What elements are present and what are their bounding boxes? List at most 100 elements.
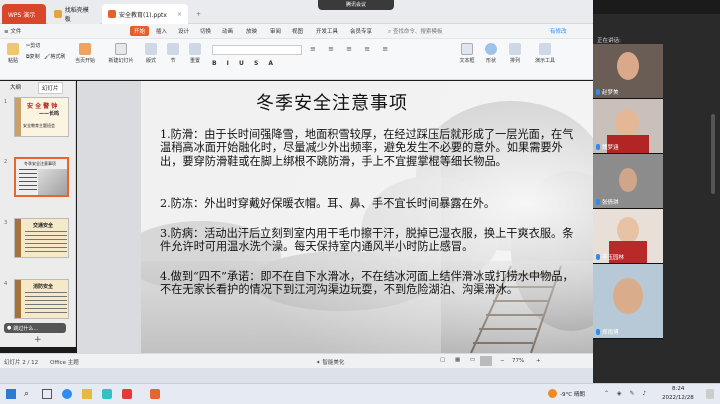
tab-view[interactable]: 视图 — [292, 27, 303, 35]
mic-icon — [596, 254, 600, 260]
participant-tile-5[interactable]: 郑雨博 — [593, 264, 663, 339]
section-button[interactable]: 节 — [162, 43, 184, 64]
arrange-button[interactable]: 排列 — [504, 43, 526, 64]
search-icon[interactable]: ⌕ — [24, 389, 29, 399]
tab-design[interactable]: 设计 — [178, 27, 189, 35]
font-family-select[interactable] — [212, 45, 302, 55]
zoom-in-icon[interactable]: + — [536, 358, 541, 364]
meeting-indicator[interactable]: 腾讯会议 — [318, 0, 394, 10]
participant-tile-3[interactable]: 张倩琪 — [593, 154, 663, 209]
format-painter-button[interactable]: 🖌格式刷 — [44, 53, 72, 60]
menu-bar: ≡ 文件 开始 插入 设计 切换 动画 放映 审阅 视图 开发工具 会员专享 ⌕… — [0, 24, 593, 39]
search-icon: ⌕ — [388, 29, 392, 35]
tab-developer[interactable]: 开发工具 — [316, 27, 338, 35]
file-menu[interactable]: ≡ 文件 — [4, 27, 21, 35]
clock-date[interactable]: 2022/12/28 — [662, 395, 694, 401]
command-search[interactable]: ⌕ 查找命令、搜索模板 — [388, 27, 442, 36]
windows-start-icon[interactable] — [6, 389, 16, 399]
slide-counter: 幻灯片 2 / 12 — [4, 360, 39, 366]
slide-thumb-1[interactable]: 安 全 警 钟 ——长鸣 安全教育主题班会 — [14, 97, 69, 137]
slide-thumb-2[interactable]: 冬季安全注意事项 — [14, 157, 69, 197]
cut-button[interactable]: ✂剪切 — [26, 42, 50, 49]
notes-hint[interactable]: ● 跳过什么... — [4, 323, 66, 333]
slide-title[interactable]: 冬季安全注意事项 — [256, 89, 408, 115]
font-format-buttons[interactable]: B I U S A — [212, 60, 302, 70]
thumb-text-lines — [25, 292, 67, 316]
status-bar: 幻灯片 2 / 12 Office 主题 ✦ 智能美化 ▢ ▦ ▭ − 77% … — [0, 353, 593, 368]
participant-tile-4[interactable]: 辛玉园林 — [593, 209, 663, 264]
smart-beautify-button[interactable]: ✦ 智能美化 — [316, 358, 344, 366]
from-current-button[interactable]: 当页开始 — [72, 43, 98, 64]
video-panel-scrollbar[interactable] — [711, 114, 715, 194]
paragraph-buttons[interactable]: ≡ ≡ ≡ ≡ ≡ — [310, 45, 430, 71]
slide-paragraph-3[interactable]: 3.防病：活动出汗后立刻到室内用干毛巾擦干汗，脱掉已湿衣服，换上干爽衣服。条件允… — [160, 227, 580, 254]
paste-button[interactable]: 粘贴 — [2, 43, 24, 64]
clock-time[interactable]: 8:24 — [672, 386, 684, 392]
play-icon — [79, 43, 91, 55]
tab-home[interactable]: 开始 — [130, 26, 150, 36]
slide-paragraph-2[interactable]: 2.防冻：外出时穿戴好保暖衣帽。耳、鼻、手不宜长时间暴露在外。 — [160, 197, 580, 210]
pptx-app-icon[interactable] — [150, 389, 160, 399]
participant-tile-2[interactable]: 魏梦涵 — [593, 99, 663, 154]
participant-tile-1[interactable]: 赵梦美 — [593, 44, 663, 99]
reset-icon — [189, 43, 201, 55]
slides-tab[interactable]: 幻灯片 — [38, 82, 63, 94]
cloud-status[interactable]: 有修改 — [550, 27, 567, 35]
section-icon — [167, 43, 179, 55]
layout-button[interactable]: 版式 — [140, 43, 162, 64]
task-view-icon[interactable] — [42, 389, 52, 399]
tab-wps-home[interactable]: WPS 演示 — [2, 4, 46, 24]
thumb-title: 交通安全 — [33, 223, 54, 229]
new-slide-button[interactable]: 新建幻灯片 — [106, 43, 136, 64]
pptx-icon — [108, 10, 116, 18]
outline-tab[interactable]: 大纲 — [10, 83, 21, 91]
tab-insert[interactable]: 插入 — [156, 27, 167, 35]
thumb-decoration — [15, 219, 21, 257]
tray-icons[interactable]: ⌃ ◈ ✎ ♪ — [604, 390, 649, 397]
participant-face — [613, 278, 643, 314]
tab-animation[interactable]: 动画 — [222, 27, 233, 35]
tab-document[interactable]: 安全教育(1).pptx × — [102, 4, 188, 24]
current-slide[interactable]: 冬季安全注意事项 1.防滑：由于长时间强降雪，地面积雪较厚，在经过踩压后就形成了… — [141, 81, 594, 353]
thumb-title: 冬季安全注意事项 — [24, 161, 56, 166]
notification-icon[interactable] — [706, 389, 714, 399]
folder-icon[interactable] — [82, 389, 92, 399]
slide-paragraph-4[interactable]: 4.做到“四不”承诺：即不在自下水滑冰，不在结冰河面上结伴滑冰或打捞水中物品，不… — [160, 270, 580, 297]
new-tab-icon[interactable]: + — [190, 4, 202, 24]
tencent-meeting-icon[interactable] — [102, 389, 112, 399]
thumb-text-lines — [19, 169, 37, 193]
tab-transition[interactable]: 切换 — [200, 27, 211, 35]
view-mode-buttons[interactable]: ▢ ▦ ▭ — [440, 357, 479, 363]
presentation-tools-button[interactable]: 演示工具 — [528, 43, 562, 64]
add-slide-button[interactable]: + — [34, 335, 42, 345]
presentation-tools-icon — [539, 43, 551, 55]
thumb-title: 消防安全 — [33, 284, 54, 290]
tab-member[interactable]: 会员专享 — [350, 27, 372, 35]
weather-text[interactable]: -9°C 晴朗 — [560, 390, 585, 398]
wps-icon[interactable] — [122, 389, 132, 399]
zoom-out-icon[interactable]: − — [500, 358, 505, 364]
zoom-level[interactable]: 77% — [512, 358, 524, 364]
slide-paragraph-1[interactable]: 1.防滑：由于长时间强降雪，地面积雪较厚，在经过踩压后就形成了一层光面，在气温稍… — [160, 128, 580, 168]
shape-button[interactable]: 形状 — [480, 43, 502, 64]
edge-icon[interactable] — [62, 389, 72, 399]
textbox-icon — [461, 43, 473, 55]
arrange-icon — [509, 43, 521, 55]
template-icon — [54, 10, 62, 18]
speaking-label: 正在讲话: — [597, 38, 621, 44]
tab-label: 找稻壳模板 — [64, 7, 89, 23]
tab-template[interactable]: 找稻壳模板 — [48, 4, 100, 24]
play-slideshow-icon[interactable] — [480, 356, 492, 366]
tab-review[interactable]: 审阅 — [270, 27, 281, 35]
reset-button[interactable]: 重置 — [184, 43, 206, 64]
close-icon[interactable]: × — [177, 11, 182, 18]
slide-thumbnail-panel: 大纲 幻灯片 1 安 全 警 钟 ——长鸣 安全教育主题班会 2 冬季安全注意事… — [0, 81, 76, 347]
tab-slideshow[interactable]: 放映 — [246, 27, 257, 35]
participant-name: 郑雨博 — [596, 328, 619, 336]
participant-face — [619, 168, 637, 192]
slide-thumb-3[interactable]: 交通安全 — [14, 218, 69, 258]
tab-label: 安全教育(1).pptx — [119, 11, 167, 19]
textbox-button[interactable]: 文本框 — [456, 43, 478, 64]
slide-thumb-4[interactable]: 消防安全 — [14, 279, 69, 319]
tab-label: WPS 演示 — [8, 11, 36, 19]
